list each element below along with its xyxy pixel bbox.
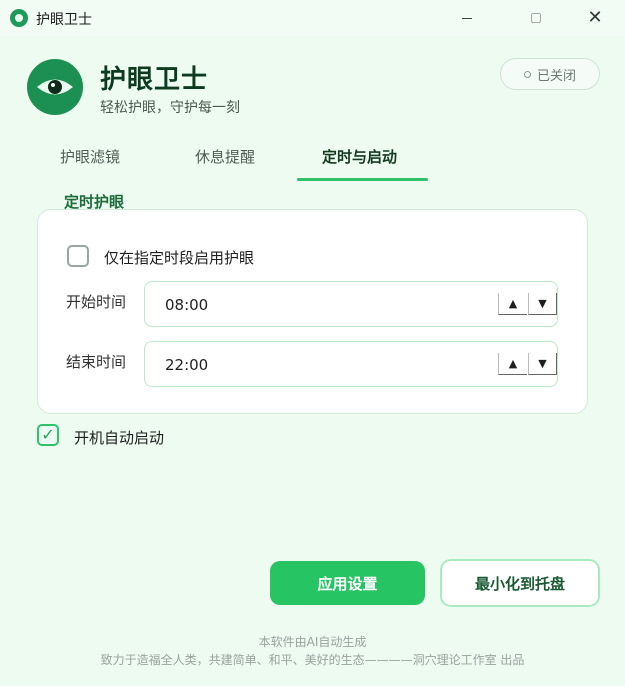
start-time-label: 开始时间 [66,293,127,311]
end-time-up-button[interactable]: ▲ [498,353,527,375]
start-time-up-button[interactable]: ▲ [498,293,527,315]
start-time-spinbox[interactable]: 08:00 ▲ ▼ [144,281,558,327]
schedule-enable-label[interactable]: 仅在指定时段启用护眼 [104,247,254,268]
footer-credits: 致力于造福全人类，共建简单、和平、美好的生态————洞穴理论工作室 出品 [100,653,525,667]
minimize-icon [462,17,472,19]
status-badge[interactable]: 已关闭 [500,58,600,90]
end-time-value[interactable]: 22:00 [165,356,208,374]
minimize-to-tray-button[interactable]: 最小化到托盘 [440,559,600,607]
circle-outline-icon [523,70,531,78]
app-icon [10,9,28,27]
status-text: 已关闭 [536,68,576,84]
window-title: 护眼卫士 [36,12,92,28]
start-time-down-button[interactable]: ▼ [528,293,557,315]
start-time-value[interactable]: 08:00 [165,296,208,314]
end-time-spinbox[interactable]: 22:00 ▲ ▼ [144,341,558,387]
schedule-enable-checkbox[interactable] [67,245,89,267]
footer-generated-note: 本软件由AI自动生成 [258,635,367,649]
tab-schedule-startup[interactable]: 定时与启动 [322,146,397,167]
eye-logo-icon [27,59,83,115]
autostart-label[interactable]: 开机自动启动 [74,427,164,448]
app-name: 护眼卫士 [100,65,209,95]
app-slogan: 轻松护眼，守护每一刻 [100,100,240,116]
check-icon: ✓ [41,425,55,444]
autostart-checkbox[interactable]: ✓ [37,424,59,446]
tab-rest-reminder[interactable]: 休息提醒 [195,146,255,167]
section-title-schedule: 定时护眼 [64,193,125,211]
close-button[interactable]: ✕ [572,0,618,36]
close-icon: ✕ [587,7,603,28]
end-time-down-button[interactable]: ▼ [528,353,557,375]
apply-settings-button[interactable]: 应用设置 [270,561,425,605]
active-tab-indicator [297,178,428,181]
maximize-icon [531,13,541,23]
end-time-label: 结束时间 [66,353,127,371]
maximize-button[interactable] [513,0,559,36]
title-bar: 护眼卫士 ✕ [0,0,625,36]
tab-eye-filter[interactable]: 护眼滤镜 [60,146,120,167]
minimize-button[interactable] [444,0,490,36]
